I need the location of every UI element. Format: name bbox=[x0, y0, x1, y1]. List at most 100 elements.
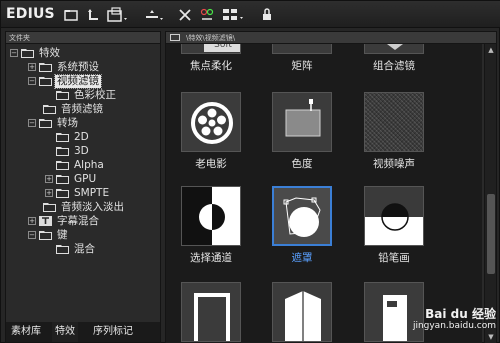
effect-pencil-sketch[interactable]: 铅笔画 bbox=[359, 186, 429, 265]
path-folder-icon bbox=[170, 34, 180, 41]
tree-item-2d[interactable]: 2D bbox=[56, 130, 91, 144]
tab-bin[interactable]: 素材库 bbox=[8, 322, 44, 342]
collapse-icon[interactable]: − bbox=[28, 231, 36, 239]
effect-select-channel[interactable]: 选择通道 bbox=[176, 186, 246, 265]
folder-icon bbox=[43, 202, 56, 212]
fold-icon bbox=[272, 282, 332, 342]
lock-icon[interactable] bbox=[257, 5, 277, 24]
effect-row4-1[interactable] bbox=[176, 282, 246, 342]
expand-icon[interactable]: + bbox=[28, 217, 36, 225]
tree-item-system-presets[interactable]: + 系统预设 bbox=[28, 60, 101, 74]
expand-icon[interactable]: + bbox=[28, 63, 36, 71]
apply-timeline-icon[interactable] bbox=[141, 5, 167, 24]
folder-icon bbox=[56, 90, 69, 100]
folder-icon bbox=[39, 62, 52, 72]
effect-chroma[interactable]: 色度 bbox=[267, 92, 337, 171]
mask-icon bbox=[272, 186, 332, 246]
expand-icon[interactable]: + bbox=[45, 189, 53, 197]
folder-icon bbox=[56, 160, 69, 170]
folder-icon bbox=[21, 48, 34, 58]
title-icon bbox=[39, 216, 52, 226]
folder-view-icon[interactable] bbox=[61, 5, 81, 24]
tree-item-effects[interactable]: − 特效 bbox=[10, 46, 62, 60]
tree-item-blend[interactable]: 混合 bbox=[56, 242, 97, 256]
effect-matrix[interactable]: 矩阵 bbox=[267, 44, 337, 73]
tree-item-color-correction[interactable]: 色彩校正 bbox=[56, 88, 118, 102]
effect-label: 焦点柔化 bbox=[190, 60, 232, 72]
channel-icon bbox=[181, 186, 241, 246]
properties-icon[interactable] bbox=[197, 5, 217, 24]
folder-icon bbox=[56, 174, 69, 184]
path-bar: \特效\视频滤镜\ bbox=[166, 32, 496, 44]
watermark-logo: Bai du 经验 bbox=[425, 307, 496, 321]
tree-item-audio-fades[interactable]: 音频淡入淡出 bbox=[43, 200, 126, 214]
path-text: \特效\视频滤镜\ bbox=[186, 34, 236, 42]
folder-icon bbox=[39, 118, 52, 128]
tree-item-smpte[interactable]: + SMPTE bbox=[45, 186, 111, 200]
effects-panel: \特效\视频滤镜\ Soft 焦点柔化 矩阵 组合滤镜 老电影 色度 视频噪声 … bbox=[165, 31, 497, 343]
tree-item-gpu[interactable]: + GPU bbox=[45, 172, 98, 186]
folder-icon bbox=[56, 146, 69, 156]
expand-icon[interactable]: + bbox=[45, 175, 53, 183]
soft-focus-thumb: Soft bbox=[181, 44, 241, 54]
effect-label: 遮罩 bbox=[291, 252, 313, 264]
tree-item-alpha[interactable]: Alpha bbox=[56, 158, 106, 172]
view-mode-icon[interactable] bbox=[221, 5, 247, 24]
tree-item-transitions[interactable]: − 转场 bbox=[28, 116, 80, 130]
effect-video-noise[interactable]: 视频噪声 bbox=[359, 92, 429, 171]
app-title: EDIUS bbox=[6, 6, 55, 22]
scrollbar-thumb[interactable] bbox=[487, 194, 495, 274]
up-folder-icon[interactable] bbox=[83, 5, 103, 24]
effects-grid: Soft 焦点柔化 矩阵 组合滤镜 老电影 色度 视频噪声 选择通道 遮罩 铅笔… bbox=[166, 44, 482, 343]
film-reel-icon bbox=[181, 92, 241, 152]
scroll-down-icon[interactable]: ▼ bbox=[487, 332, 495, 342]
tree-item-audio-filters[interactable]: 音频滤镜 bbox=[43, 102, 105, 116]
pencil-icon bbox=[364, 186, 424, 246]
effect-label: 视频噪声 bbox=[373, 158, 415, 170]
folder-icon bbox=[39, 76, 52, 86]
effect-label: 组合滤镜 bbox=[373, 60, 415, 72]
new-bin-icon[interactable] bbox=[105, 5, 131, 24]
chroma-icon bbox=[272, 92, 332, 152]
watermark-url: jingyan.baidu.com bbox=[412, 321, 496, 331]
tree-item-3d[interactable]: 3D bbox=[56, 144, 91, 158]
effect-label: 老电影 bbox=[195, 158, 227, 170]
folder-panel-header: 文件夹 bbox=[6, 32, 160, 44]
tree-item-title-mixers[interactable]: + 字幕混合 bbox=[28, 214, 101, 228]
effect-label: 铅笔画 bbox=[378, 252, 410, 264]
vertical-scrollbar[interactable]: ▲ ▼ bbox=[484, 44, 496, 343]
toolbar: EDIUS bbox=[1, 1, 500, 28]
effect-label: 选择通道 bbox=[190, 252, 232, 264]
effect-label: 色度 bbox=[291, 158, 313, 170]
tab-effects[interactable]: 特效 bbox=[52, 322, 78, 342]
effect-row4-2[interactable] bbox=[267, 282, 337, 342]
soft-label: Soft bbox=[204, 44, 240, 52]
watermark: Bai du 经验 jingyan.baidu.com bbox=[381, 307, 496, 331]
collapse-icon[interactable]: − bbox=[28, 119, 36, 127]
folder-icon bbox=[39, 230, 52, 240]
effect-old-film[interactable]: 老电影 bbox=[176, 92, 246, 171]
tree-item-video-filters[interactable]: − 视频滤镜 bbox=[28, 73, 102, 89]
folder-tree-panel: 文件夹 − 特效 + 系统预设 − 视频滤镜 色彩校正 音频滤镜 − 转场 2D… bbox=[5, 31, 161, 343]
collapse-icon[interactable]: − bbox=[28, 77, 36, 85]
folder-icon bbox=[56, 132, 69, 142]
effect-soft-focus[interactable]: Soft 焦点柔化 bbox=[176, 44, 246, 73]
effect-label: 矩阵 bbox=[291, 60, 313, 72]
effect-mask[interactable]: 遮罩 bbox=[267, 186, 337, 265]
combined-filter-thumb bbox=[364, 44, 424, 54]
scroll-up-icon[interactable]: ▲ bbox=[487, 45, 495, 55]
panel-tabs: 素材库 特效 序列标记 bbox=[6, 322, 160, 342]
folder-icon bbox=[56, 244, 69, 254]
folder-icon bbox=[56, 188, 69, 198]
collapse-icon[interactable]: − bbox=[10, 49, 18, 57]
noise-icon bbox=[364, 92, 424, 152]
matrix-thumb bbox=[272, 44, 332, 54]
folder-icon bbox=[43, 104, 56, 114]
tab-sequence-markers[interactable]: 序列标记 bbox=[90, 322, 136, 342]
edius-window: EDIUS 文件夹 − 特效 + 系统预设 − 视频滤镜 色彩校正 音频滤镜 −… bbox=[0, 0, 500, 343]
effect-combined-filter[interactable]: 组合滤镜 bbox=[359, 44, 429, 73]
folder-tree: − 特效 + 系统预设 − 视频滤镜 色彩校正 音频滤镜 − 转场 2D 3D … bbox=[6, 44, 160, 322]
frame-icon bbox=[181, 282, 241, 342]
tree-item-keyers[interactable]: − 键 bbox=[28, 228, 70, 242]
delete-icon[interactable] bbox=[175, 5, 195, 24]
